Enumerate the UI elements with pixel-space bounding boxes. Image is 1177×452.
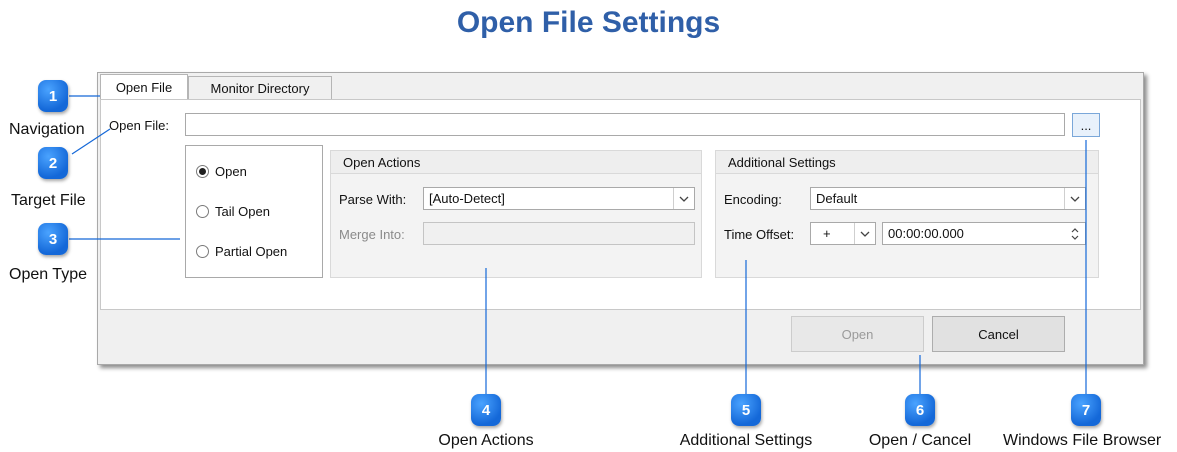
- callout-label-navigation: Navigation: [9, 121, 85, 138]
- callout-badge-6: 6: [905, 394, 935, 426]
- callout-badge-1: 1: [38, 80, 68, 112]
- callout-badge-3: 3: [38, 223, 68, 255]
- callout-label-windows-file-browser: Windows File Browser: [1003, 432, 1162, 449]
- callout-label-open-type: Open Type: [9, 266, 87, 283]
- callout-label-additional-settings: Additional Settings: [679, 432, 813, 449]
- callout-label-open-cancel: Open / Cancel: [868, 432, 972, 449]
- callout-badge-2: 2: [38, 147, 68, 179]
- callout-badge-5: 5: [731, 394, 761, 426]
- callout-label-target-file: Target File: [11, 192, 86, 209]
- callout-badge-7: 7: [1071, 394, 1101, 426]
- callout-label-open-actions: Open Actions: [438, 432, 534, 449]
- callout-connector-lines: [69, 95, 1087, 398]
- callout-badge-4: 4: [471, 394, 501, 426]
